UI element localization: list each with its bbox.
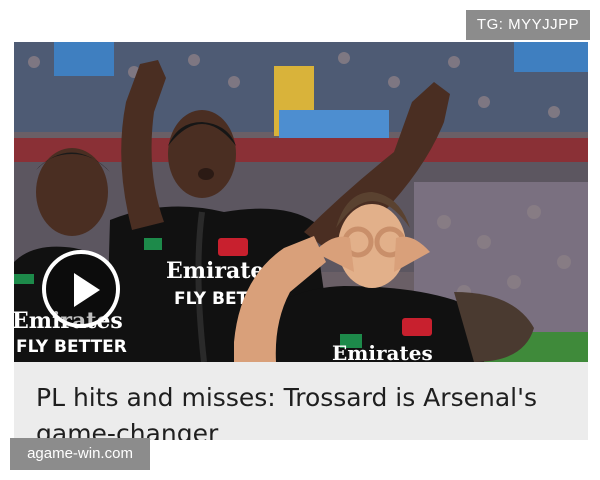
article-card[interactable]: Emirates FLY BETTER Emirates Emirates FL…: [14, 42, 588, 440]
sponsor-subtext-3: FLY BETTER: [16, 337, 127, 357]
watermark-top: TG: MYYJJPP: [466, 10, 590, 40]
play-circle-icon[interactable]: [42, 250, 120, 328]
caption-panel[interactable]: PL hits and misses: Trossard is Arsenal'…: [14, 362, 588, 440]
article-headline[interactable]: PL hits and misses: Trossard is Arsenal'…: [36, 380, 576, 440]
watermark-bottom: agame-win.com: [10, 438, 150, 470]
video-thumbnail[interactable]: Emirates FLY BETTER Emirates Emirates FL…: [14, 42, 588, 362]
sponsor-text-2: Emirates: [332, 341, 433, 362]
